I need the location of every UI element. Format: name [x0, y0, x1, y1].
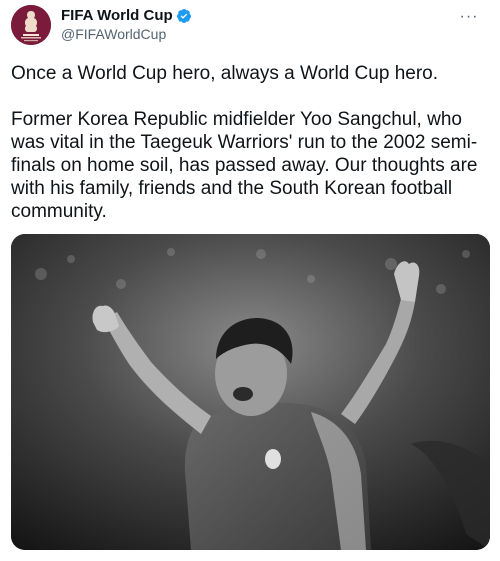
avatar[interactable] [11, 5, 51, 45]
tweet-paragraph: Once a World Cup hero, always a World Cu… [11, 63, 438, 84]
tweet-paragraph: Former Korea Republic midfielder Yoo San… [11, 109, 478, 222]
fifa-world-cup-logo-icon [11, 5, 51, 45]
author-names: FIFA World Cup @FIFAWorldCup [61, 6, 192, 42]
more-options-icon[interactable]: ··· [457, 7, 481, 27]
tweet-header: FIFA World Cup @FIFAWorldCup ··· [11, 5, 489, 47]
tweet: FIFA World Cup @FIFAWorldCup ··· Once a … [0, 0, 500, 561]
display-name[interactable]: FIFA World Cup [61, 7, 173, 24]
tweet-photo[interactable] [11, 234, 490, 550]
user-handle[interactable]: @FIFAWorldCup [61, 26, 192, 42]
tweet-text: Once a World Cup hero, always a World Cu… [11, 62, 493, 223]
player-celebration-photo [11, 234, 490, 550]
verified-badge-icon [176, 8, 192, 24]
